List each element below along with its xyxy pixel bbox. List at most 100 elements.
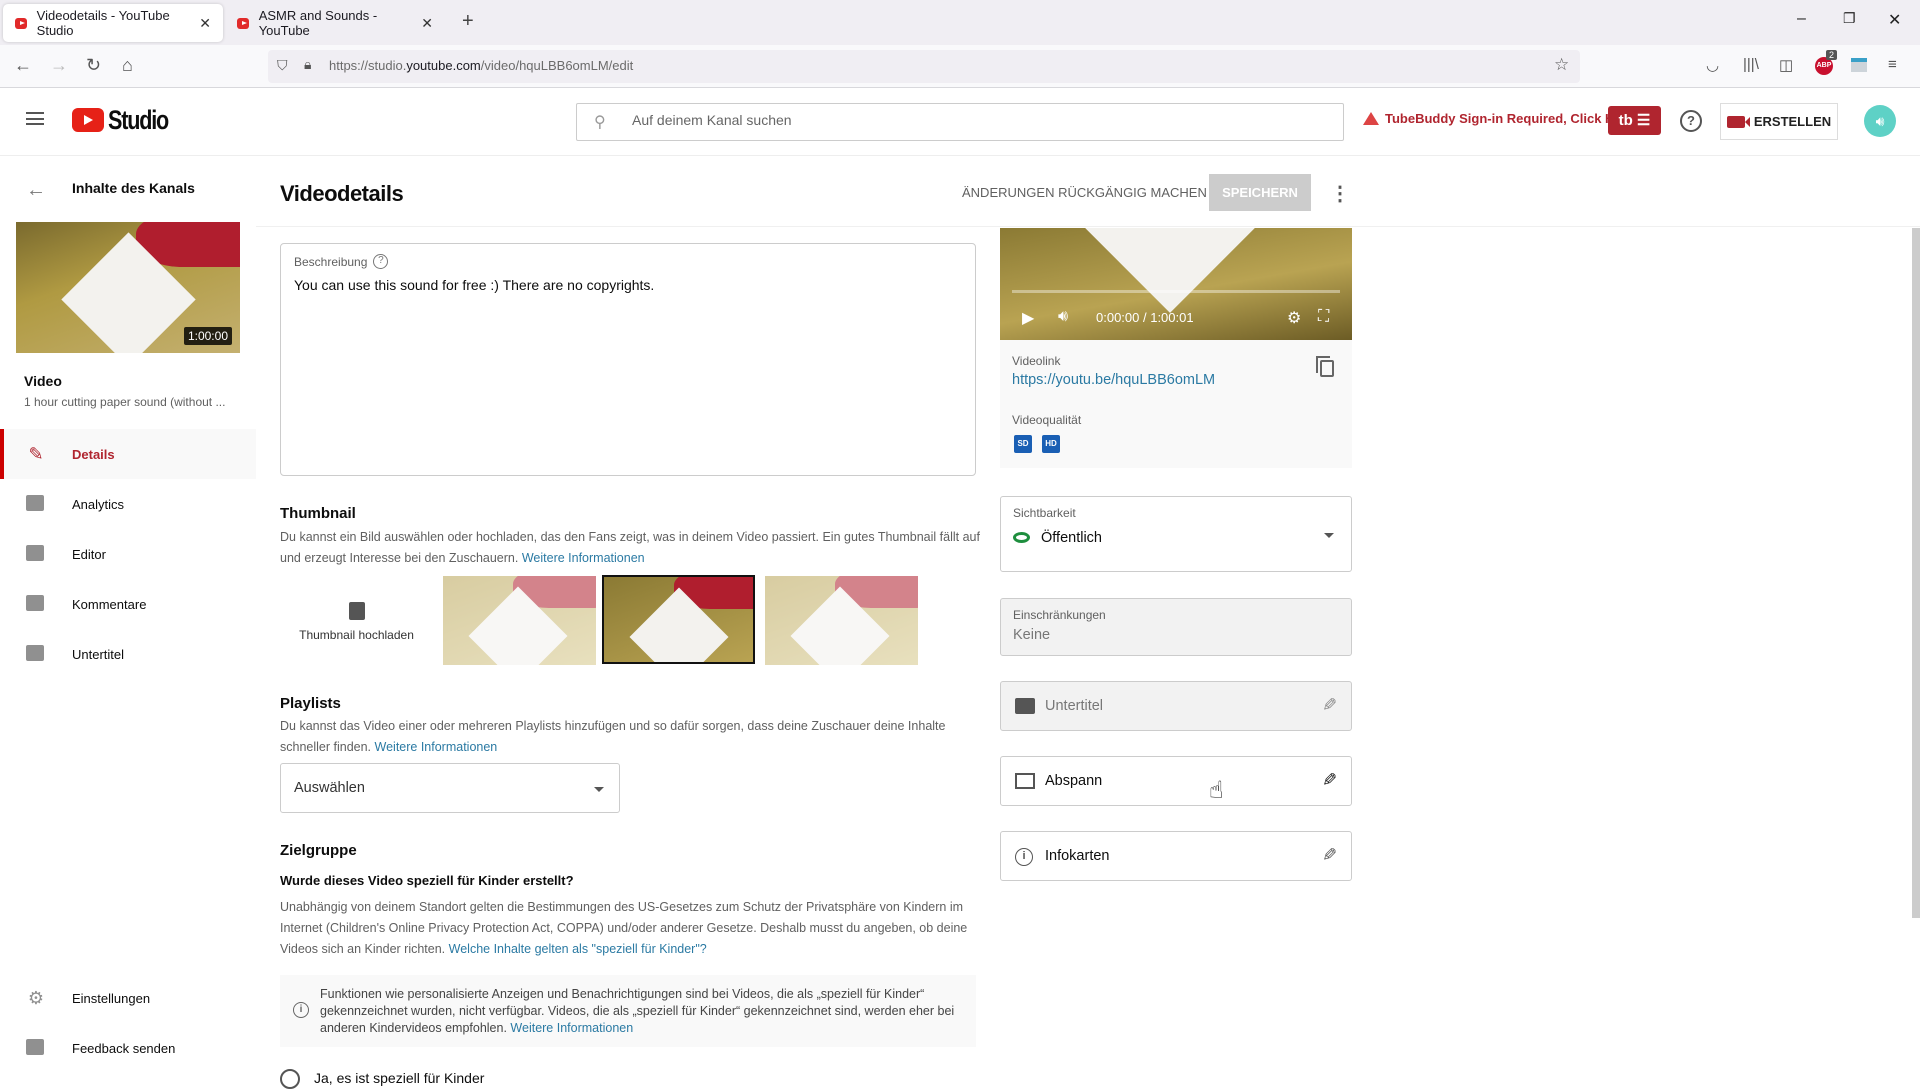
progress-bar[interactable]: [1012, 290, 1340, 293]
upload-thumbnail-label: Thumbnail hochladen: [299, 628, 414, 642]
playlist-select[interactable]: Auswählen: [280, 763, 620, 813]
library-icon[interactable]: |||\: [1743, 56, 1759, 73]
menu-icon[interactable]: [26, 112, 44, 125]
sidebar-item-subtitles[interactable]: Untertitel: [0, 629, 256, 679]
description-value[interactable]: You can use this sound for free :) There…: [294, 277, 654, 293]
page-title: Videodetails: [280, 181, 404, 206]
volume-icon[interactable]: 🔊︎: [1058, 308, 1068, 326]
sidebar-item-details[interactable]: ✎ Details: [0, 429, 256, 479]
made-for-kids-yes-radio[interactable]: [280, 1069, 300, 1089]
save-button[interactable]: SPEICHERN: [1209, 174, 1311, 211]
channel-search[interactable]: ⚲: [576, 103, 1344, 141]
tab-title: ASMR and Sounds - YouTube: [258, 8, 378, 38]
video-camera-icon: [1726, 115, 1750, 128]
playlists-heading: Playlists: [280, 695, 341, 712]
sidebar-toggle-icon[interactable]: ◫: [1779, 56, 1793, 74]
scrollbar[interactable]: [1912, 228, 1920, 918]
back-icon[interactable]: ←: [14, 55, 32, 76]
search-input[interactable]: [632, 112, 1312, 128]
create-button[interactable]: ERSTELLEN: [1720, 103, 1838, 140]
learn-more-link[interactable]: Weitere Informationen: [522, 551, 645, 565]
sidebar: ← Inhalte des Kanals 1:00:00 Video 1 hou…: [0, 157, 256, 1080]
audience-heading: Zielgruppe: [280, 842, 357, 859]
restore-icon[interactable]: ❐: [1843, 10, 1856, 27]
thumbnail-option-selected[interactable]: [602, 575, 755, 664]
player-time: 0:00:00 / 1:00:01: [1096, 310, 1194, 325]
infocards-row[interactable]: i Infokarten ✎: [1000, 831, 1352, 881]
tubebuddy-warning-link[interactable]: TubeBuddy Sign-in Required, Click Here: [1363, 111, 1634, 126]
learn-more-link[interactable]: Weitere Informationen: [510, 1021, 633, 1035]
sidebar-item-label: Analytics: [72, 496, 125, 512]
hd-badge-icon: HD: [1042, 435, 1060, 453]
caret-down-icon: [1324, 533, 1334, 538]
copy-icon[interactable]: [1316, 356, 1334, 377]
learn-more-link[interactable]: Weitere Informationen: [375, 740, 498, 754]
sidebar-item-label: Feedback senden: [72, 1040, 176, 1056]
sidebar-item-editor[interactable]: Editor: [0, 529, 256, 579]
thumbnail-option[interactable]: [765, 576, 918, 665]
pocket-icon[interactable]: ◡: [1706, 56, 1719, 74]
sidebar-item-analytics[interactable]: Analytics: [0, 479, 256, 529]
youtube-favicon-icon: [15, 17, 27, 29]
hamburger-menu-icon[interactable]: ≡: [1888, 56, 1897, 73]
bookmark-star-icon[interactable]: ☆: [1554, 55, 1569, 75]
sidebar-item-comments[interactable]: Kommentare: [0, 579, 256, 629]
video-player[interactable]: ▶ 🔊︎ 0:00:00 / 1:00:01 ⚙ ⛶: [1000, 228, 1352, 340]
comment-icon: [26, 595, 46, 613]
help-icon[interactable]: ?: [373, 254, 389, 269]
tab-title: Videodetails - YouTube Studio: [36, 8, 170, 38]
made-for-kids-link[interactable]: Welche Inhalte gelten als "speziell für …: [449, 942, 707, 956]
made-for-kids-yes-label[interactable]: Ja, es ist speziell für Kinder: [314, 1070, 484, 1086]
subtitles-icon: [26, 645, 46, 663]
subtitles-row[interactable]: Untertitel ✎: [1000, 681, 1352, 731]
edit-pencil-icon[interactable]: ✎: [1322, 695, 1337, 716]
edit-pencil-icon[interactable]: ✎: [1322, 770, 1337, 791]
sidebar-item-label: Einstellungen: [72, 990, 151, 1006]
edit-pencil-icon[interactable]: ✎: [1322, 845, 1337, 866]
help-icon[interactable]: ?: [1680, 110, 1702, 132]
studio-logo-text[interactable]: Studio: [108, 105, 169, 136]
settings-gear-icon[interactable]: ⚙: [1287, 308, 1301, 328]
youtube-logo-icon[interactable]: [72, 108, 104, 132]
endscreen-label: Abspann: [1045, 773, 1103, 789]
endscreen-row[interactable]: Abspann ✎: [1000, 756, 1352, 806]
upload-thumbnail-button[interactable]: Thumbnail hochladen: [280, 576, 433, 665]
close-tab-icon[interactable]: ✕: [421, 15, 433, 32]
sd-badge-icon: SD: [1014, 435, 1032, 453]
fullscreen-icon[interactable]: ⛶: [1318, 308, 1329, 326]
shield-icon[interactable]: ⛉: [277, 57, 288, 74]
sidebar-item-feedback[interactable]: Feedback senden: [0, 1023, 256, 1073]
back-arrow-icon[interactable]: ←: [26, 179, 46, 202]
forward-icon[interactable]: →: [50, 55, 68, 76]
video-title: 1 hour cutting paper sound (without ...: [24, 395, 226, 409]
avatar[interactable]: 🔊︎: [1864, 105, 1896, 137]
play-icon[interactable]: ▶: [1022, 308, 1034, 328]
browser-tab-asmr[interactable]: ASMR and Sounds - YouTube ✕: [225, 4, 445, 42]
sidebar-item-settings[interactable]: ⚙ Einstellungen: [0, 973, 256, 1023]
video-link[interactable]: https://youtu.be/hquLBB6omLM: [1012, 372, 1215, 388]
video-thumbnail[interactable]: 1:00:00: [16, 222, 240, 353]
video-heading: Video: [24, 373, 62, 389]
browser-tab-studio[interactable]: Videodetails - YouTube Studio ✕: [3, 4, 223, 42]
subtitles-icon: [1015, 698, 1035, 714]
infocards-label: Infokarten: [1045, 848, 1110, 864]
new-tab-icon[interactable]: +: [462, 10, 474, 33]
more-options-icon[interactable]: ⋮: [1330, 181, 1350, 206]
tubebuddy-menu-button[interactable]: tb ☰: [1608, 106, 1661, 135]
home-icon[interactable]: ⌂: [122, 55, 133, 76]
close-tab-icon[interactable]: ✕: [199, 15, 211, 32]
close-window-icon[interactable]: ✕: [1888, 10, 1901, 30]
visibility-select[interactable]: Sichtbarkeit Öffentlich: [1000, 496, 1352, 572]
extension-icon[interactable]: [1851, 58, 1867, 72]
address-bar[interactable]: ⛉ 🔒︎ https://studio.youtube.com/video/hq…: [268, 50, 1580, 83]
thumbnail-option[interactable]: [443, 576, 596, 665]
minimize-icon[interactable]: –: [1797, 10, 1806, 28]
undo-changes-button[interactable]: ÄNDERUNGEN RÜCKGÄNGIG MACHEN: [962, 185, 1207, 200]
sidebar-item-label: Editor: [72, 546, 106, 562]
description-field[interactable]: Beschreibung? You can use this sound for…: [280, 243, 976, 476]
reload-icon[interactable]: ↻: [86, 55, 101, 76]
kids-info-box: i Funktionen wie personalisierte Anzeige…: [280, 975, 976, 1047]
add-image-icon: [348, 602, 365, 620]
lock-icon[interactable]: 🔒︎: [304, 56, 311, 73]
channel-content-link[interactable]: Inhalte des Kanals: [72, 180, 195, 196]
